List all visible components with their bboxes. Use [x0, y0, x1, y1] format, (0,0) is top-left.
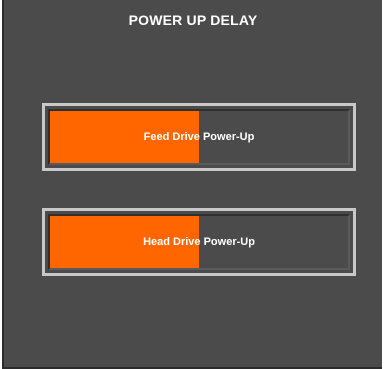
head-drive-progress-frame: Head Drive Power-Up — [42, 208, 356, 276]
head-drive-progress-track: Head Drive Power-Up — [48, 214, 350, 270]
panel-title: POWER UP DELAY — [128, 12, 258, 28]
feed-drive-progress-label: Feed Drive Power-Up — [143, 131, 255, 143]
feed-drive-progress-track: Feed Drive Power-Up — [48, 109, 350, 165]
head-drive-progress-label: Head Drive Power-Up — [143, 236, 255, 248]
feed-drive-progress-frame: Feed Drive Power-Up — [42, 103, 356, 171]
power-up-delay-panel: POWER UP DELAY Feed Drive Power-Up Head … — [2, 0, 382, 369]
